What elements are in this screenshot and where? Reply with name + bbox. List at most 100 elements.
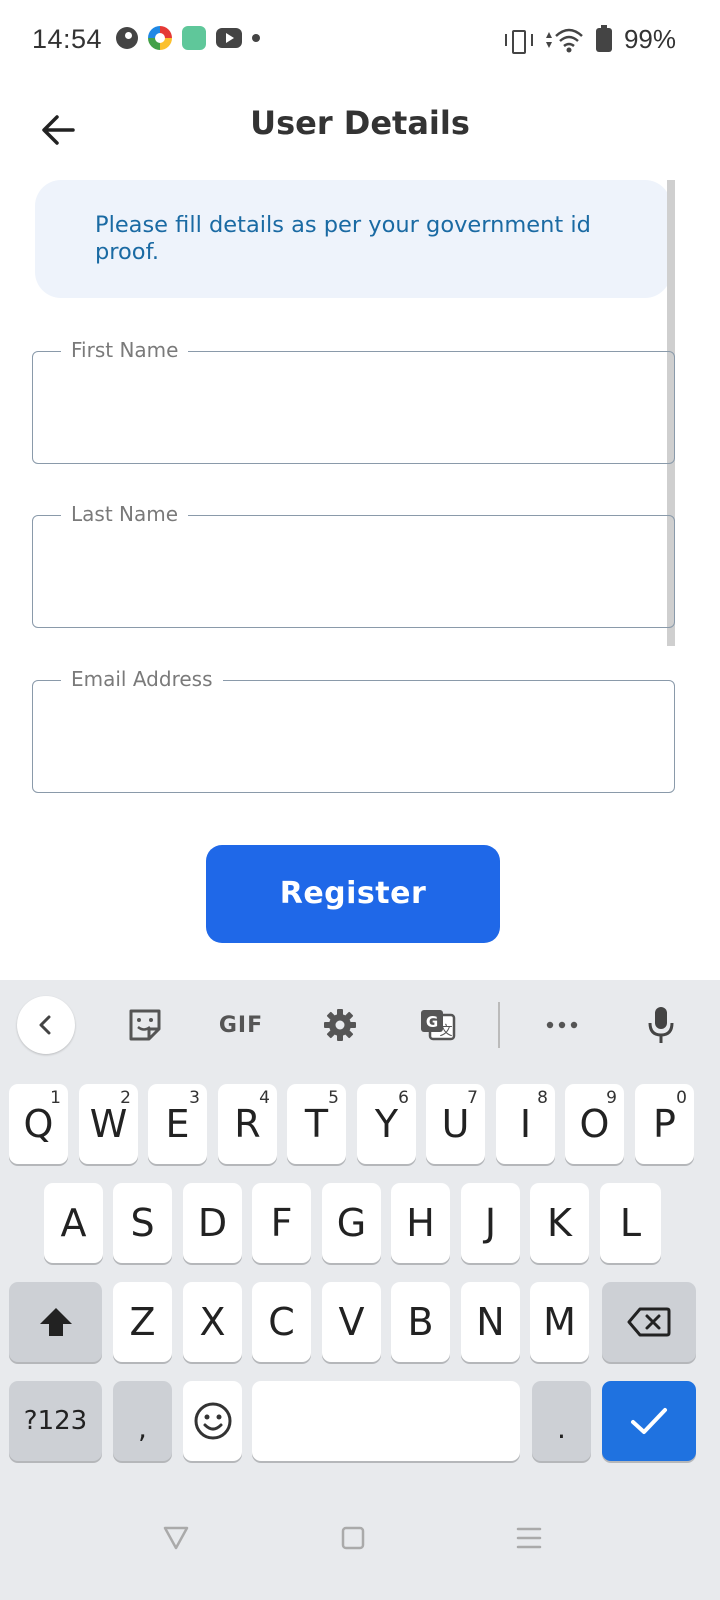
key-e[interactable]: E3 [148, 1084, 207, 1164]
toolbar-divider [498, 1002, 500, 1048]
vibrate-icon [504, 27, 533, 54]
key-y[interactable]: Y6 [357, 1084, 416, 1164]
key-hint: 5 [328, 1088, 339, 1108]
app-notification-icon [116, 27, 138, 49]
period-key[interactable]: . [532, 1381, 591, 1461]
key-hint: 4 [259, 1088, 270, 1108]
multicolor-app-icon [148, 26, 172, 50]
menu-lines-icon [516, 1527, 542, 1549]
key-label: W [89, 1102, 128, 1146]
key-hint: 9 [606, 1088, 617, 1108]
key-label: T [304, 1102, 329, 1146]
key-d[interactable]: D [183, 1183, 242, 1263]
last-name-field[interactable]: Last Name [32, 502, 675, 628]
key-c[interactable]: C [252, 1282, 311, 1362]
mic-icon [648, 1007, 674, 1043]
email-input[interactable] [33, 681, 674, 792]
key-q[interactable]: Q1 [9, 1084, 68, 1164]
key-g[interactable]: G [322, 1183, 381, 1263]
key-label: O [579, 1102, 610, 1146]
info-text: Please fill details as per your governme… [95, 212, 591, 265]
keyboard-toolbar: GIF G 文 [0, 980, 720, 1072]
comma-label: , [138, 1411, 147, 1445]
key-p[interactable]: P0 [635, 1084, 694, 1164]
key-hint: 2 [120, 1088, 131, 1108]
shift-key[interactable] [9, 1282, 102, 1362]
key-x[interactable]: X [183, 1282, 242, 1362]
register-button[interactable]: Register [206, 845, 500, 943]
svg-text:G: G [426, 1013, 438, 1031]
key-w[interactable]: W2 [79, 1084, 138, 1164]
key-u[interactable]: U7 [426, 1084, 485, 1164]
key-label: E [165, 1102, 190, 1146]
voice-input-button[interactable] [632, 996, 690, 1054]
gif-button[interactable]: GIF [212, 996, 270, 1054]
wifi-icon [545, 28, 583, 52]
key-t[interactable]: T5 [287, 1084, 346, 1164]
sticker-icon [129, 1009, 161, 1041]
shift-arrow-icon [39, 1308, 72, 1336]
last-name-input[interactable] [33, 516, 674, 627]
key-s[interactable]: S [113, 1183, 172, 1263]
key-m[interactable]: M [530, 1282, 589, 1362]
key-k[interactable]: K [530, 1183, 589, 1263]
first-name-field[interactable]: First Name [32, 338, 675, 464]
more-options-button[interactable] [533, 996, 591, 1054]
more-icon [546, 1021, 578, 1029]
svg-text:文: 文 [439, 1024, 452, 1039]
backspace-icon [627, 1307, 671, 1337]
notification-icons [116, 26, 260, 50]
key-label: I [519, 1102, 532, 1146]
key-label: R [234, 1102, 261, 1146]
chevron-left-icon [39, 1015, 51, 1035]
system-status: 99% [504, 24, 676, 55]
key-i[interactable]: I8 [496, 1084, 555, 1164]
nav-menu-button[interactable] [499, 1508, 559, 1568]
sticker-button[interactable] [116, 996, 174, 1054]
done-key[interactable] [602, 1381, 696, 1461]
emoji-icon [194, 1402, 231, 1440]
gif-label: GIF [218, 1012, 264, 1038]
keyboard-collapse-button[interactable] [17, 996, 75, 1054]
space-bar[interactable] [252, 1381, 520, 1461]
battery-icon [595, 24, 612, 52]
app-bar: User Details [0, 80, 720, 180]
emoji-key[interactable] [183, 1381, 242, 1461]
key-z[interactable]: Z [113, 1282, 172, 1362]
status-bar: 14:54 99% [0, 0, 720, 80]
key-n[interactable]: N [461, 1282, 520, 1362]
key-l[interactable]: L [600, 1183, 661, 1263]
key-o[interactable]: O9 [565, 1084, 624, 1164]
nav-home-button[interactable] [323, 1508, 383, 1568]
keyboard-settings-button[interactable] [311, 996, 369, 1054]
period-label: . [557, 1411, 566, 1445]
key-hint: 3 [189, 1088, 200, 1108]
backspace-key[interactable] [602, 1282, 696, 1362]
page-title: User Details [250, 104, 470, 142]
key-label: Q [23, 1102, 54, 1146]
translate-icon: G 文 [421, 1010, 456, 1041]
key-h[interactable]: H [391, 1183, 450, 1263]
translate-button[interactable]: G 文 [409, 996, 467, 1054]
system-nav-bar [0, 1480, 720, 1600]
key-label: Y [374, 1102, 399, 1146]
symbols-key[interactable]: ?123 [9, 1381, 102, 1461]
key-label: U [441, 1102, 470, 1146]
back-triangle-icon [163, 1526, 189, 1550]
key-label: P [653, 1102, 676, 1146]
more-notifications-dot-icon [252, 34, 260, 42]
first-name-input[interactable] [33, 352, 674, 463]
key-f[interactable]: F [252, 1183, 311, 1263]
nav-back-button[interactable] [146, 1508, 206, 1568]
key-v[interactable]: V [322, 1282, 381, 1362]
email-field[interactable]: Email Address [32, 667, 675, 793]
checkmark-icon [631, 1408, 667, 1434]
key-j[interactable]: J [461, 1183, 520, 1263]
key-b[interactable]: B [391, 1282, 450, 1362]
key-hint: 7 [467, 1088, 478, 1108]
comma-key[interactable]: , [113, 1381, 172, 1461]
key-hint: 1 [50, 1088, 61, 1108]
status-time: 14:54 [32, 24, 103, 54]
key-r[interactable]: R4 [218, 1084, 277, 1164]
key-a[interactable]: A [44, 1183, 103, 1263]
